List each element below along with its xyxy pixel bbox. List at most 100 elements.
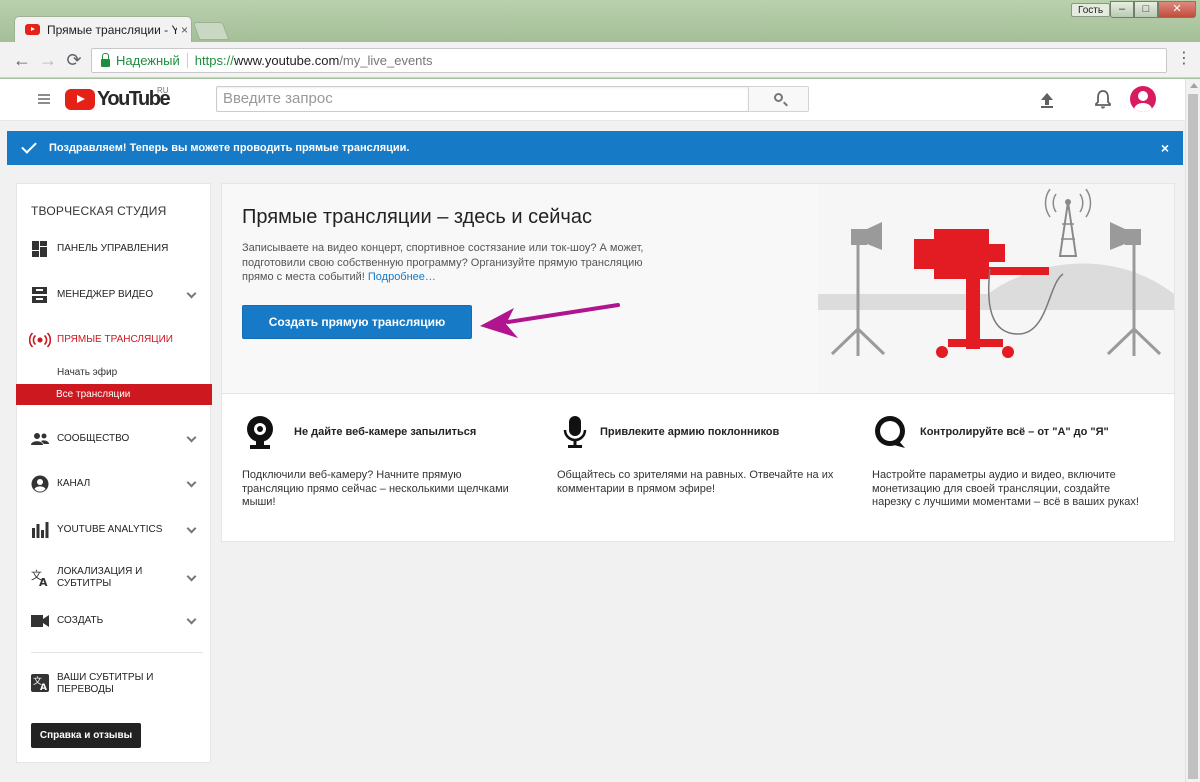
live-intro-card: Прямые трансляции – здесь и сейчас Запис… <box>221 183 1175 542</box>
live-broadcast-illustration <box>818 184 1174 393</box>
channel-icon <box>31 475 49 493</box>
feature-text: Настройте параметры аудио и видео, включ… <box>872 469 1139 508</box>
browser-toolbar: ← → ⟳ Надежный https://www.youtube.com/m… <box>0 42 1200 78</box>
youtube-logo[interactable]: YouTube RU <box>65 86 171 111</box>
page-title: Прямые трансляции – здесь и сейчас <box>242 206 592 228</box>
notifications-bell-icon[interactable] <box>1094 89 1112 109</box>
chevron-down-icon <box>186 614 197 625</box>
feature-webcam: Не дайте веб-камере запылиться Подключил… <box>242 414 522 510</box>
sidebar-item-live[interactable]: ПРЯМЫЕ ТРАНСЛЯЦИИ <box>17 328 211 352</box>
url-host: www.youtube.com <box>233 53 340 68</box>
translate-icon: 文 A <box>31 569 48 587</box>
sidebar-item-label: СОЗДАТЬ <box>57 615 104 626</box>
secure-label: Надежный <box>116 53 180 68</box>
sidebar-item-create[interactable]: СОЗДАТЬ <box>17 609 211 633</box>
sidebar-divider <box>31 652 203 653</box>
sidebar-item-label: КАНАЛ <box>57 478 91 489</box>
svg-text:A: A <box>40 683 47 692</box>
search-button[interactable] <box>748 86 809 112</box>
sidebar-item-video-manager[interactable]: МЕНЕДЖЕР ВИДЕО <box>17 283 211 307</box>
feature-fans: Привлеките армию поклонников Общайтесь с… <box>557 414 837 496</box>
chevron-down-icon <box>186 288 197 299</box>
sidebar-item-label: МЕНЕДЖЕР ВИДЕО <box>57 289 154 300</box>
create-live-stream-button[interactable]: Создать прямую трансляцию <box>242 305 472 339</box>
svg-text:A: A <box>39 576 48 587</box>
upload-icon[interactable] <box>1038 91 1056 109</box>
hero-section: Прямые трансляции – здесь и сейчас Запис… <box>222 184 1174 394</box>
page-content: YouTube RU Введите запрос Поздравляем! Т… <box>0 79 1185 782</box>
scroll-up-arrow-icon[interactable] <box>1190 83 1198 88</box>
url-path: /my_live_events <box>339 53 433 68</box>
chevron-down-icon <box>186 432 197 443</box>
sidebar-item-label: YOUTUBE ANALYTICS <box>57 524 163 535</box>
sidebar-item-label: ПРЯМЫЕ ТРАНСЛЯЦИИ <box>57 334 173 345</box>
help-feedback-button[interactable]: Справка и отзывы <box>31 723 141 748</box>
banner-close-icon[interactable]: × <box>1161 140 1169 156</box>
chevron-down-icon <box>186 477 197 488</box>
live-icon <box>29 332 51 348</box>
chat-bubble-icon <box>875 416 905 448</box>
feature-title: Не дайте веб-камере запылиться <box>294 426 477 438</box>
success-banner: Поздравляем! Теперь вы можете проводить … <box>7 131 1183 165</box>
microphone-icon <box>563 416 587 448</box>
reload-button[interactable]: ⟳ <box>62 48 86 72</box>
search-icon <box>774 93 783 102</box>
feature-title: Привлеките армию поклонников <box>600 426 780 438</box>
hero-description-text: Записываете на видео концерт, спортивное… <box>242 242 644 283</box>
dashboard-icon <box>32 241 47 257</box>
browser-titlebar: Прямые трансляции - Y × Гость – □ ✕ <box>0 0 1200 42</box>
back-button[interactable]: ← <box>10 48 34 72</box>
tab-title: Прямые трансляции - Y <box>47 22 177 37</box>
community-icon <box>31 433 49 445</box>
account-avatar[interactable] <box>1130 86 1156 112</box>
youtube-header: YouTube RU Введите запрос <box>0 79 1185 121</box>
chevron-down-icon <box>186 571 197 582</box>
feature-text: Подключили веб-камеру? Начните прямую тр… <box>242 469 509 508</box>
sidebar-item-dashboard[interactable]: ПАНЕЛЬ УПРАВЛЕНИЯ <box>17 237 211 261</box>
sidebar-subitem-all-streams[interactable]: Все трансляции <box>16 384 212 405</box>
studio-title: ТВОРЧЕСКАЯ СТУДИЯ <box>31 204 167 218</box>
chevron-down-icon <box>186 523 197 534</box>
hamburger-menu-icon[interactable] <box>38 94 50 104</box>
new-tab-button[interactable] <box>192 22 230 40</box>
sidebar-item-channel[interactable]: КАНАЛ <box>17 472 211 496</box>
sidebar-item-your-subtitles[interactable]: 文 A ВАШИ СУБТИТРЫ И ПЕРЕВОДЫ <box>17 670 211 698</box>
forward-button[interactable]: → <box>36 48 60 72</box>
youtube-play-logo-icon <box>65 89 95 110</box>
annotation-arrow-icon <box>480 303 620 338</box>
feature-control: Контролируйте всё – от "А" до "Я" Настро… <box>872 414 1152 510</box>
scrollbar-thumb[interactable] <box>1188 94 1198 779</box>
guest-profile-button[interactable]: Гость <box>1071 3 1111 17</box>
search-input[interactable]: Введите запрос <box>216 86 749 112</box>
address-bar[interactable]: Надежный https://www.youtube.com/my_live… <box>91 48 1167 73</box>
sidebar-item-label: ВАШИ СУБТИТРЫ И ПЕРЕВОДЫ <box>57 672 154 695</box>
feature-title: Контролируйте всё – от "А" до "Я" <box>920 426 1109 438</box>
sidebar-item-label: СООБЩЕСТВО <box>57 433 130 444</box>
tab-close-icon[interactable]: × <box>181 23 188 37</box>
window-minimize-button[interactable]: – <box>1110 1 1134 18</box>
browser-tab[interactable]: Прямые трансляции - Y × <box>14 16 192 42</box>
subtitles-icon: 文 A <box>31 674 49 692</box>
window-maximize-button[interactable]: □ <box>1134 1 1158 18</box>
page-scrollbar[interactable] <box>1185 79 1200 782</box>
webcam-icon <box>247 416 273 449</box>
video-manager-icon <box>32 287 47 303</box>
sidebar-subitem-start-stream[interactable]: Начать эфир <box>17 362 211 383</box>
camera-icon <box>31 615 49 627</box>
check-icon <box>21 138 37 154</box>
analytics-icon <box>32 522 49 538</box>
hero-description: Записываете на видео концерт, спортивное… <box>242 241 662 285</box>
learn-more-link[interactable]: Подробнее… <box>368 271 436 283</box>
sidebar-item-community[interactable]: СООБЩЕСТВО <box>17 427 211 451</box>
region-label: RU <box>157 86 169 95</box>
sidebar-item-analytics[interactable]: YOUTUBE ANALYTICS <box>17 518 211 542</box>
url-scheme: https:// <box>194 53 234 68</box>
browser-menu-icon[interactable]: ⋮ <box>1176 50 1192 70</box>
lock-icon <box>101 52 110 67</box>
window-close-button[interactable]: ✕ <box>1158 1 1196 18</box>
sidebar-item-localization[interactable]: 文 A ЛОКАЛИЗАЦИЯ И СУБТИТРЫ <box>17 564 211 592</box>
studio-sidebar: ТВОРЧЕСКАЯ СТУДИЯ ПАНЕЛЬ УПРАВЛЕНИЯ МЕНЕ… <box>16 183 212 763</box>
feature-text: Общайтесь со зрителями на равных. Отвеча… <box>557 469 834 495</box>
sidebar-item-label: ЛОКАЛИЗАЦИЯ И СУБТИТРЫ <box>57 566 143 589</box>
address-separator <box>186 53 188 68</box>
